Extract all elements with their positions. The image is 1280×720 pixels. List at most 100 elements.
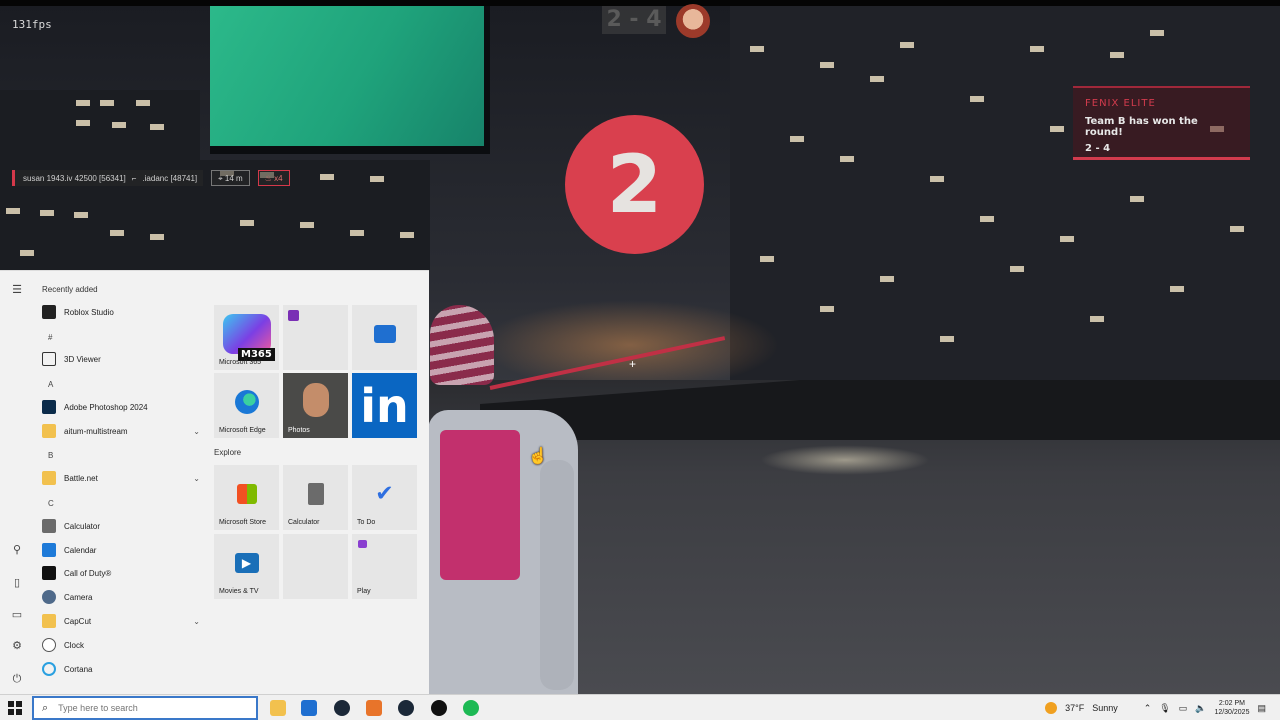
taskbar: ⌕ 37°F Sunny ⌃ 🎙 ▭ 🔈 2:02 PM 12/30/2025 …: [0, 694, 1280, 720]
location-icon: ⌖: [218, 174, 223, 183]
spotify-icon[interactable]: [463, 700, 479, 716]
tile-photos[interactable]: Photos: [283, 373, 348, 438]
app-clock[interactable]: Clock: [42, 636, 200, 654]
tile-microsoft-edge[interactable]: Microsoft Edge: [214, 373, 279, 438]
building-right: [730, 6, 1280, 386]
tile-microsoft-365[interactable]: M365 Microsoft 365: [214, 305, 279, 370]
tile-movies-tv[interactable]: ▶ Movies & TV: [214, 534, 279, 599]
user-icon[interactable]: ⚲: [10, 543, 24, 557]
sun-icon: [1045, 702, 1058, 714]
network-icon[interactable]: ▭: [1179, 703, 1188, 714]
streak-value: x4: [274, 174, 283, 183]
windows-start-icon[interactable]: [8, 701, 22, 715]
weather-condition[interactable]: Sunny: [1092, 703, 1118, 713]
clock[interactable]: 2:02 PM 12/30/2025: [1214, 699, 1249, 717]
tile-label: Movies & TV: [219, 588, 259, 595]
floor-reflection: [760, 445, 930, 475]
search-input[interactable]: [58, 703, 239, 713]
app-photoshop[interactable]: Adobe Photoshop 2024: [42, 398, 200, 416]
adobe-acrobat-icon[interactable]: [366, 700, 382, 716]
tile-onenote[interactable]: [283, 305, 348, 370]
edge-icon: [234, 389, 259, 414]
notification-score: 2 - 4: [1085, 143, 1111, 154]
app-label: Battle.net: [64, 473, 98, 483]
app-label: Camera: [64, 592, 93, 602]
weather-temperature[interactable]: 37°F: [1065, 703, 1084, 713]
tile-label: Microsoft 365: [219, 359, 262, 366]
streak-tag: ♨ x4: [257, 170, 290, 186]
volume-icon[interactable]: 🔈: [1195, 703, 1206, 714]
pinned-tiles: M365 Microsoft 365 Microsoft Edge Photos…: [214, 271, 429, 695]
app-battlenet[interactable]: Battle.net ⌄: [42, 469, 200, 487]
app-3d-viewer[interactable]: 3D Viewer: [42, 350, 200, 368]
taskbar-search-box[interactable]: ⌕: [32, 696, 258, 720]
section-c[interactable]: C: [48, 499, 54, 508]
steam-alt-icon[interactable]: [398, 700, 414, 716]
outlook-icon[interactable]: [301, 700, 317, 716]
tile-label: To Do: [357, 519, 376, 526]
chevron-up-icon[interactable]: ⌃: [1144, 703, 1152, 714]
pictures-icon[interactable]: ▭: [10, 608, 24, 622]
hamburger-icon[interactable]: ☰: [10, 283, 24, 297]
app-capcut[interactable]: CapCut ⌄: [42, 612, 200, 630]
outlook-icon: [373, 324, 396, 343]
app-label: aitum-multistream: [64, 426, 128, 436]
player-character-vest: [440, 430, 520, 580]
notification-message: Team B has won the round!: [1085, 116, 1198, 138]
fire-icon: ♨: [264, 174, 272, 183]
killfeed: susan 1943.iv 42500 [56341] ⌐ .iadanc [4…: [12, 170, 290, 186]
billboard-screen: [210, 6, 490, 154]
app-roblox-studio[interactable]: Roblox Studio: [42, 303, 200, 321]
cortana-icon: [42, 662, 56, 676]
tile-to-do[interactable]: ✔ To Do: [352, 465, 417, 530]
distance-tag: ⌖ 14 m: [211, 170, 250, 186]
app-label: Adobe Photoshop 2024: [64, 402, 148, 412]
section-a[interactable]: A: [48, 380, 53, 389]
tile-label: Microsoft Store: [219, 519, 267, 526]
app-camera[interactable]: Camera: [42, 588, 200, 606]
section-hash[interactable]: #: [48, 333, 52, 342]
file-explorer-icon[interactable]: [270, 700, 286, 716]
chevron-down-icon: ⌄: [193, 616, 200, 626]
steam-icon[interactable]: [334, 700, 350, 716]
app-label: 3D Viewer: [64, 354, 101, 364]
clock-icon: [42, 638, 56, 652]
app-call-of-duty[interactable]: Call of Duty®: [42, 564, 200, 582]
folder-icon: [42, 424, 56, 438]
killfeed-killer: susan 1943.iv 42500 [56341]: [23, 173, 126, 183]
round-countdown: 2: [565, 115, 704, 254]
tile-label: Microsoft Edge: [219, 427, 266, 434]
photoshop-icon: [42, 400, 56, 414]
tile-calculator[interactable]: Calculator: [283, 465, 348, 530]
app-aitum-multistream[interactable]: aitum-multistream ⌄: [42, 422, 200, 440]
app-calendar[interactable]: Calendar: [42, 541, 200, 559]
tile-play[interactable]: Play: [352, 534, 417, 599]
app-label: Roblox Studio: [64, 307, 114, 317]
power-icon[interactable]: ⏻: [10, 672, 24, 686]
app-list: Recently added Roblox Studio # 3D Viewer…: [32, 271, 204, 695]
documents-icon[interactable]: ▯: [10, 576, 24, 590]
calculator-icon: [307, 482, 324, 505]
microphone-icon[interactable]: 🎙: [1159, 703, 1170, 714]
tile-microsoft-store[interactable]: Microsoft Store: [214, 465, 279, 530]
cod-icon: [42, 566, 56, 580]
gamebar-icon[interactable]: [431, 700, 447, 716]
checkmark-icon: ✔: [375, 481, 394, 507]
mouse-cursor-icon: ☝: [528, 448, 548, 465]
app-cortana[interactable]: Cortana: [42, 660, 200, 678]
settings-gear-icon[interactable]: ⚙: [10, 639, 24, 653]
app-label: Cortana: [64, 664, 93, 674]
city-lights: [480, 300, 780, 390]
tile-outlook[interactable]: [352, 305, 417, 370]
notifications-icon[interactable]: ▤: [1257, 703, 1266, 714]
app-calculator[interactable]: Calculator: [42, 517, 200, 535]
crosshair-icon: +: [629, 357, 637, 371]
search-icon: ⌕: [42, 701, 49, 714]
photo-thumbnail: [303, 383, 329, 417]
round-score: 2 - 4: [602, 6, 666, 34]
tile-linkedin[interactable]: in: [352, 373, 417, 438]
section-b[interactable]: B: [48, 451, 53, 460]
pistol-icon: ⌐: [131, 173, 137, 183]
player-avatar: [676, 4, 710, 38]
roblox-icon: [42, 305, 56, 319]
